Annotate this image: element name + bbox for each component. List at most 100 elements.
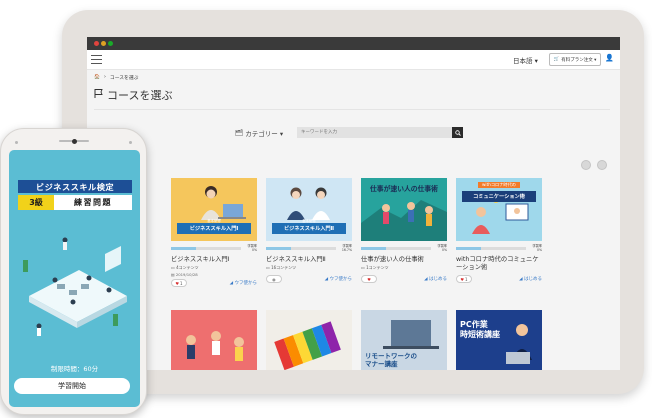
heart-icon: ♥ [175,280,180,286]
time-limit: 制限時間：60分 [50,365,99,373]
start-learning-button[interactable]: 学習開始 [14,378,130,394]
list-view-toggle[interactable] [597,160,607,170]
course-title[interactable]: ビジネススキル入門Ⅱ [266,256,352,264]
filter-bar: 🗂 カテゴリー ▾ [235,127,463,138]
course-thumbnail[interactable]: 基本研修 ビジネススキル入門Ⅰ [171,178,257,241]
progress-fill [171,247,196,250]
course-thumbnail[interactable]: withコロナ時代の コミュニケーション術 [456,178,542,241]
device-mockup: 日本語 ▾ 🛒 有料プラン注文 ▾ 👤 🏠 › コースを選ぶ コースを選ぶ 🗂 … [0,0,652,418]
course-card[interactable]: 仕事が速い人の仕事術 学習率 0% 仕事が速い人の仕事術 ▭ 1コンテンツ ♥ … [361,178,447,285]
send-icon: ◢ [519,277,523,282]
course-date-text: 2019/10/28 [175,272,198,277]
course-title[interactable]: 仕事が速い人の仕事術 [361,256,447,264]
course-title[interactable]: ビジネススキル入門Ⅰ [171,256,257,264]
progress-percent: 学習率 16.7% [341,244,352,252]
course-thumbnail[interactable] [266,310,352,370]
like-button[interactable]: ♥ [361,275,377,283]
heart-icon: ♥ [367,276,371,282]
window-minimize-dot[interactable] [101,41,106,46]
search-input[interactable] [297,127,452,138]
paid-plan-label: 有料プラン注文 ▾ [561,57,597,63]
search-button[interactable] [452,127,463,138]
send-icon: ◢ [324,277,329,282]
card-footer: ● ◢ ウフ使から [266,275,352,285]
camera-icon [72,139,77,144]
progress-track [361,247,431,250]
content-count-text: 1コンテンツ [366,265,389,270]
heart-icon: ♥ [460,276,465,282]
progress-row: 学習率 0% [171,244,257,253]
tablet-frame: 日本語 ▾ 🛒 有料プラン注文 ▾ 👤 🏠 › コースを選ぶ コースを選ぶ 🗂 … [62,10,644,394]
user-icon[interactable]: 👤 [605,54,614,62]
progress-fill [361,247,386,250]
progress-percent: 学習率 0% [247,244,257,252]
like-button[interactable]: ♥ 1 [456,275,472,283]
sensor-dot [15,141,18,144]
card-footer: ♥ ◢ はじめる [361,275,447,285]
toggle-knob-icon: ● [272,276,276,282]
thumb-caption: PC作業 時短術講座 [460,320,500,339]
course-title[interactable]: withコロナ時代のコミュニケーション術 [456,256,542,272]
thumb-caption: 仕事が速い人の仕事術 [370,184,438,193]
title-divider [94,109,610,110]
course-action-link[interactable]: ◢ はじめる [519,276,542,282]
course-card[interactable]: 基本研修 ビジネススキル入門Ⅱ 学習率 16.7% ビジネススキル入門Ⅱ ▭ 1… [266,178,352,285]
course-thumbnail[interactable]: リモートワークの マナー講座 [361,310,447,370]
progress-track [171,247,241,250]
thumb-caption: ビジネススキル入門Ⅱ [272,223,346,234]
cart-icon: 🛒 [553,57,560,62]
course-card[interactable]: 基本研修 ビジネススキル入門Ⅰ 学習率 0% ビジネススキル入門Ⅰ ▭ 4コンテ… [171,178,257,289]
like-button[interactable]: ♥ 1 [171,279,187,287]
course-thumbnail[interactable] [171,310,257,370]
course-thumbnail[interactable]: 仕事が速い人の仕事術 [361,178,447,241]
progress-track [456,247,526,250]
content-icon: ▭ [266,265,270,270]
breadcrumb: 🏠 › コースを選ぶ [94,74,138,81]
language-selector[interactable]: 日本語 ▾ [513,55,538,65]
thumb-caption: コミュニケーション術 [462,191,536,202]
progress-percent: 学習率 0% [532,244,542,252]
office-isometric-illustration [23,237,127,336]
page-title: コースを選ぶ [94,87,172,103]
main-content: 🏠 › コースを選ぶ コースを選ぶ 🗂 カテゴリー ▾ キーワードを入力 基本研… [87,70,620,370]
home-icon[interactable]: 🏠 [94,75,100,80]
paid-plan-button[interactable]: 🛒 有料プラン注文 ▾ [549,53,601,66]
calendar-icon: ▤ [171,272,175,277]
category-label: カテゴリー ▾ [245,129,284,138]
course-action-label: はじめる [429,277,447,282]
send-icon: ◢ [229,281,234,286]
search-icon [454,129,461,136]
hamburger-menu-icon[interactable] [91,55,102,64]
course-date: ▤ 2019/10/28 [171,272,257,277]
progress-percent: 学習率 0% [437,244,447,252]
thumb-caption: リモートワークの マナー講座 [365,352,417,368]
window-close-dot[interactable] [94,41,99,46]
tablet-screen: 日本語 ▾ 🛒 有料プラン注文 ▾ 👤 🏠 › コースを選ぶ コースを選ぶ 🗂 … [87,37,620,370]
toggle-switch[interactable]: ● [266,275,282,283]
course-action-link[interactable]: ◢ はじめる [424,276,447,282]
category-dropdown[interactable]: 🗂 カテゴリー ▾ [235,128,297,138]
thumb-caption: ビジネススキル入門Ⅰ [177,223,251,234]
course-thumbnail[interactable]: 基本研修 ビジネススキル入門Ⅱ [266,178,352,241]
content-count-text: 16コンテンツ [271,265,297,270]
flag-icon [94,88,104,102]
team-illustration [171,310,257,370]
progress-fill [456,247,481,250]
exam-title: ビジネススキル検定 [18,180,132,193]
course-card[interactable]: withコロナ時代の コミュニケーション術 学習率 0% withコロナ時代のコ… [456,178,542,285]
page-title-text: コースを選ぶ [107,89,173,102]
grid-view-toggle[interactable] [581,160,591,170]
content-count: ▭ 4コンテンツ [171,265,257,271]
content-icon: ▭ [361,265,365,270]
course-action-label: ウフ使から [329,277,353,282]
window-maximize-dot[interactable] [108,41,113,46]
progress-row: 学習率 16.7% [266,244,352,253]
like-count: 1 [180,280,183,286]
course-thumbnail[interactable]: PC作業 時短術講座 [456,310,542,370]
breadcrumb-separator: › [103,75,106,80]
course-action-link[interactable]: ◢ ウフ使から [325,276,352,282]
grade-row: 3級 練習問題 [18,195,132,210]
phone-frame: ビジネススキル検定 3級 練習問題 制限時間：60分 学習開始 [0,128,147,415]
content-count-text: 4コンテンツ [176,265,199,270]
course-action-link[interactable]: ◢ ウフ使から [230,280,257,286]
